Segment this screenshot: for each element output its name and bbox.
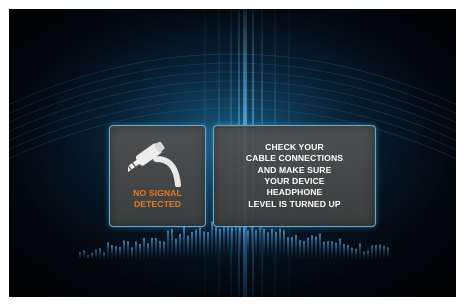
status-line: DETECTED <box>133 199 182 209</box>
message-line: CHECK YOUR <box>265 141 324 152</box>
instruction-message: CHECK YOUR CABLE CONNECTIONS AND MAKE SU… <box>246 142 343 210</box>
message-line: CABLE CONNECTIONS <box>245 153 344 164</box>
message-line: AND MAKE SURE <box>257 164 332 175</box>
message-line: HEADPHONE <box>266 187 323 198</box>
status-line: NO SIGNAL <box>133 188 182 198</box>
no-signal-screen: NO SIGNAL DETECTED CHECK YOUR CABLE CONN… <box>9 9 456 297</box>
instruction-panel: CHECK YOUR CABLE CONNECTIONS AND MAKE SU… <box>213 125 376 227</box>
headphone-plug-icon <box>128 141 181 187</box>
message-line: LEVEL IS TURNED UP <box>248 198 341 209</box>
no-signal-status: NO SIGNAL DETECTED <box>110 188 205 210</box>
message-line: YOUR DEVICE <box>264 176 325 186</box>
no-signal-panel: NO SIGNAL DETECTED <box>109 125 206 227</box>
